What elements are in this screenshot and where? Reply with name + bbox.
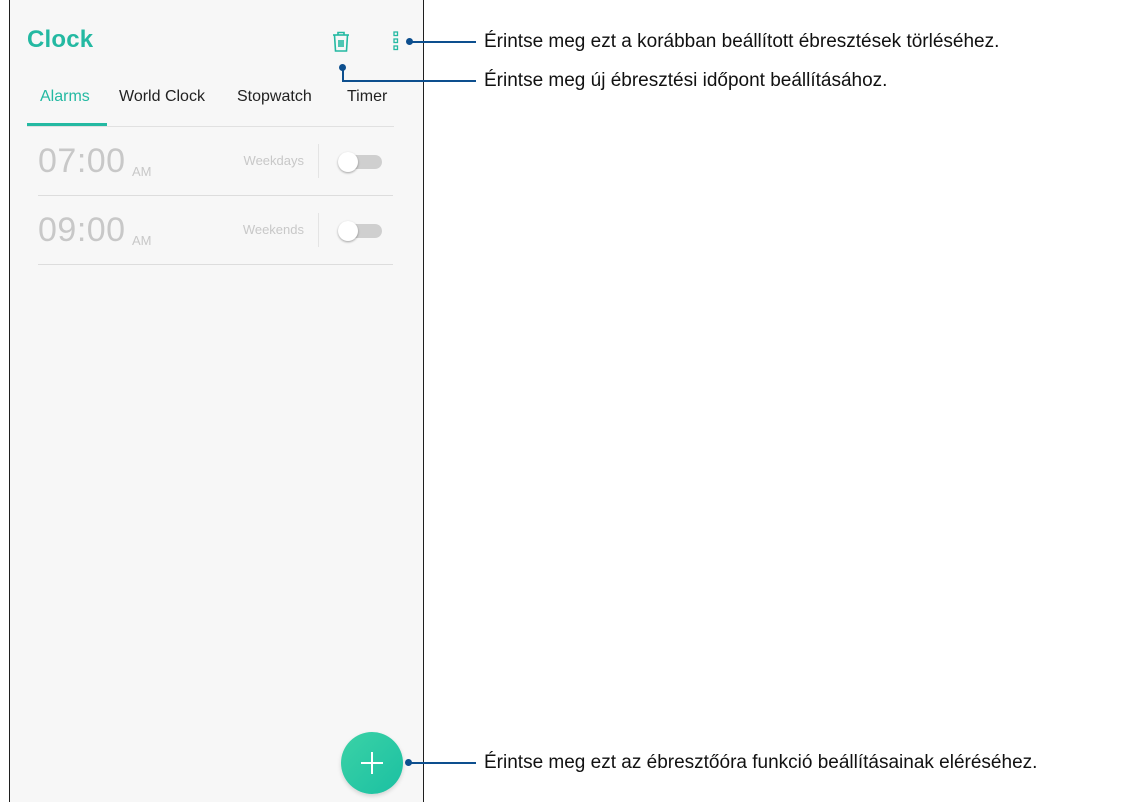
toggle-knob [338, 152, 358, 172]
callout-text-delete: Érintse meg új ébresztési időpont beállí… [484, 70, 888, 91]
tab-alarms[interactable]: Alarms [40, 88, 90, 106]
callout-line [409, 762, 476, 764]
tab-stopwatch[interactable]: Stopwatch [237, 88, 312, 106]
alarm-ampm: AM [132, 233, 152, 248]
app-title: Clock [27, 26, 94, 53]
alarm-ampm: AM [132, 164, 152, 179]
callout-line [342, 67, 344, 81]
alarm-time: 09:00 [38, 211, 126, 249]
toggle-knob [338, 221, 358, 241]
alarm-row[interactable]: 07:00 AM Weekdays [38, 128, 393, 196]
callout-line [410, 41, 476, 43]
alarm-row[interactable]: 09:00 AM Weekends [38, 197, 393, 265]
alarm-repeat: Weekends [242, 222, 304, 237]
tab-world-clock[interactable]: World Clock [119, 88, 205, 106]
alarm-toggle[interactable] [338, 221, 382, 241]
callout-text-add: Érintse meg ezt az ébresztőóra funkció b… [484, 752, 1038, 773]
alarm-time: 07:00 [38, 142, 126, 180]
more-vertical-icon[interactable] [392, 29, 400, 53]
add-alarm-button[interactable] [341, 732, 403, 794]
tab-bar: Alarms World Clock Stopwatch Timer [26, 88, 394, 126]
callout-line [342, 80, 476, 82]
trash-icon[interactable] [330, 29, 352, 53]
tabs-divider [27, 126, 394, 127]
alarm-toggle[interactable] [338, 152, 382, 172]
callout-text-more-menu: Érintse meg ezt a korábban beállított éb… [484, 31, 1000, 52]
alarm-repeat: Weekdays [243, 153, 304, 168]
alarm-divider [318, 144, 319, 178]
alarm-divider [318, 213, 319, 247]
tab-timer[interactable]: Timer [347, 88, 387, 106]
clock-app-screen: Clock Alarms World Clock Stopwatch Timer… [9, 0, 424, 802]
